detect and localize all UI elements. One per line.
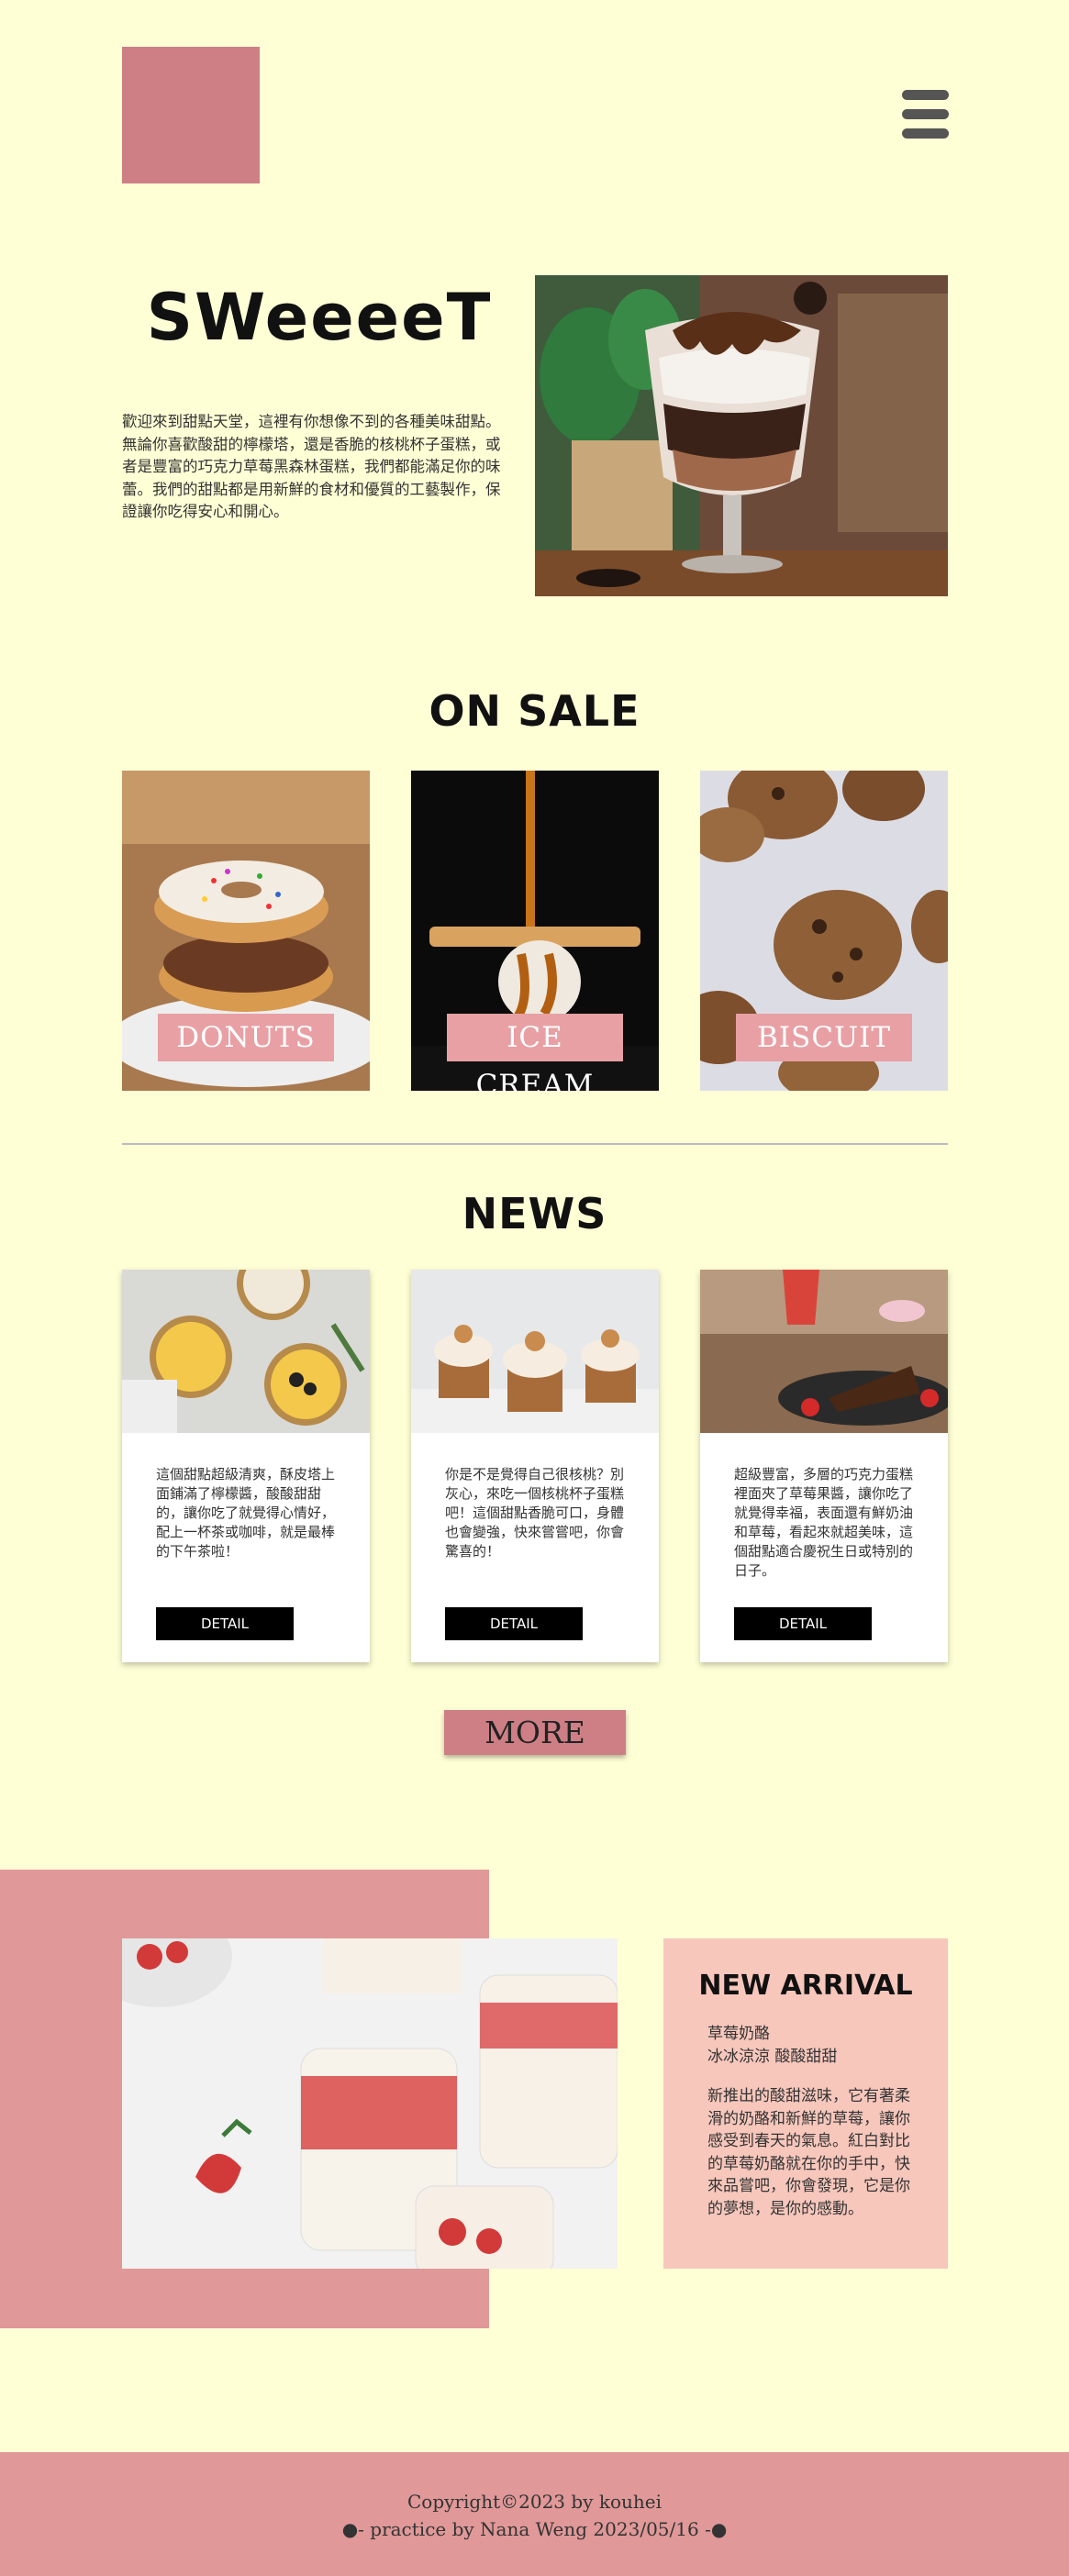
- chocolate-cake-image: [700, 1270, 948, 1433]
- detail-button[interactable]: DETAIL: [445, 1607, 583, 1640]
- footer-credit: ●- practice by Nana Weng 2023/05/16 -●: [341, 2518, 728, 2540]
- hero-title: SWeeeeT: [146, 280, 493, 355]
- new-arrival-title: NEW ARRIVAL: [698, 1970, 913, 2002]
- new-arrival-subtitle: 草莓奶酪 冰冰涼涼 酸酸甜甜: [707, 2023, 919, 2069]
- strawberry-panna-cotta-image: [122, 1938, 618, 2269]
- detail-button[interactable]: DETAIL: [734, 1607, 872, 1640]
- news-text: 超級豐富，多層的巧克力蛋糕裡面夾了草莓果醬，讓你吃了就覺得幸福，表面還有鮮奶油和…: [734, 1466, 914, 1579]
- new-arrival-panel: NEW ARRIVAL 草莓奶酪 冰冰涼涼 酸酸甜甜 新推出的酸甜滋味，它有著柔…: [663, 1938, 948, 2269]
- news-title: NEWS: [462, 1189, 607, 1238]
- detail-button[interactable]: DETAIL: [156, 1607, 294, 1640]
- sale-label-biscuit[interactable]: BISCUIT: [736, 1014, 912, 1061]
- more-button[interactable]: MORE: [444, 1710, 626, 1755]
- hero-description: 歡迎來到甜點天堂，這裡有你想像不到的各種美味甜點。無論你喜歡酸甜的檸檬塔，還是香…: [122, 413, 501, 520]
- on-sale-title: ON SALE: [429, 686, 640, 736]
- sale-card-ice-cream[interactable]: ICE CREAM: [411, 771, 659, 1091]
- sale-label-donuts[interactable]: DONUTS: [158, 1014, 334, 1061]
- section-divider: [122, 1143, 948, 1145]
- news-text: 這個甜點超級清爽，酥皮塔上面鋪滿了檸檬醬，酸酸甜甜的，讓你吃了就覺得心情好，配上…: [156, 1466, 336, 1560]
- sale-label-ice-cream[interactable]: ICE CREAM: [447, 1014, 623, 1091]
- news-card-lemon-tart: 這個甜點超級清爽，酥皮塔上面鋪滿了檸檬醬，酸酸甜甜的，讓你吃了就覺得心情好，配上…: [122, 1270, 370, 1662]
- news-card-walnut-cupcake: 你是不是覺得自己很核桃？別灰心，來吃一個核桃杯子蛋糕吧！這個甜點香脆可口，身體也…: [411, 1270, 659, 1662]
- walnut-cupcake-image: [411, 1270, 659, 1433]
- sale-card-biscuit[interactable]: BISCUIT: [700, 771, 948, 1091]
- news-text: 你是不是覺得自己很核桃？別灰心，來吃一個核桃杯子蛋糕吧！這個甜點香脆可口，身體也…: [445, 1466, 625, 1560]
- hero-parfait-image: [535, 275, 948, 596]
- footer: Copyright©2023 by kouhei ●- practice by …: [0, 2452, 1069, 2576]
- sale-card-donuts[interactable]: DONUTS: [122, 771, 370, 1091]
- new-arrival-product-name: 草莓奶酪: [707, 2025, 770, 2043]
- footer-copyright: Copyright©2023 by kouhei: [407, 2491, 662, 2513]
- logo[interactable]: [122, 47, 260, 183]
- new-arrival-tagline: 冰冰涼涼 酸酸甜甜: [707, 2048, 838, 2066]
- news-card-chocolate-cake: 超級豐富，多層的巧克力蛋糕裡面夾了草莓果醬，讓你吃了就覺得幸福，表面還有鮮奶油和…: [700, 1270, 948, 1662]
- lemon-tart-image: [122, 1270, 370, 1433]
- new-arrival-description: 新推出的酸甜滋味，它有著柔滑的奶酪和新鮮的草莓，讓你感受到春天的氣息。紅白對比的…: [707, 2087, 910, 2218]
- hamburger-menu-icon[interactable]: [902, 90, 949, 139]
